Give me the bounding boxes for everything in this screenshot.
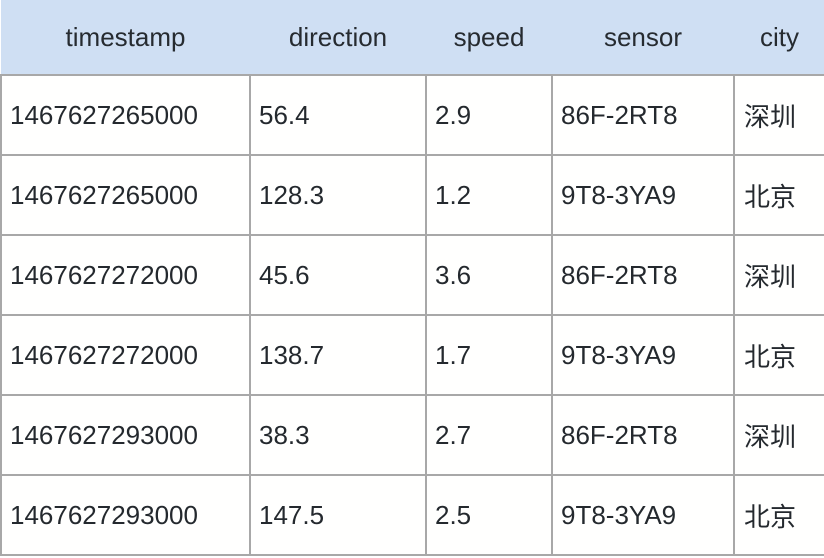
cell-sensor: 9T8-3YA9 xyxy=(552,155,735,236)
cell-timestamp: 1467627272000 xyxy=(0,315,251,396)
cell-direction: 56.4 xyxy=(250,74,427,156)
cell-city: 深圳 xyxy=(734,74,824,156)
cell-direction: 38.3 xyxy=(250,395,427,476)
cell-sensor: 86F-2RT8 xyxy=(552,235,735,316)
cell-speed: 3.6 xyxy=(426,235,553,316)
cell-sensor: 86F-2RT8 xyxy=(552,395,735,476)
table-header-row: timestamp direction speed sensor city xyxy=(1,0,824,75)
cell-speed: 2.9 xyxy=(426,74,553,156)
table-row[interactable]: 1467627293000 38.3 2.7 86F-2RT8 深圳 xyxy=(0,395,824,476)
column-header-direction[interactable]: direction xyxy=(250,0,426,75)
cell-direction: 128.3 xyxy=(250,155,427,236)
cell-speed: 1.2 xyxy=(426,155,553,236)
cell-timestamp: 1467627265000 xyxy=(0,74,251,156)
cell-sensor: 86F-2RT8 xyxy=(552,74,735,156)
column-header-city[interactable]: city xyxy=(734,0,824,75)
cell-city: 北京 xyxy=(734,315,824,396)
column-header-timestamp[interactable]: timestamp xyxy=(1,0,250,75)
cell-direction: 45.6 xyxy=(250,235,427,316)
cell-city: 北京 xyxy=(734,155,824,236)
table-body: 1467627265000 56.4 2.9 86F-2RT8 深圳 14676… xyxy=(0,74,824,556)
table-row[interactable]: 1467627293000 147.5 2.5 9T8-3YA9 北京 xyxy=(0,475,824,556)
cell-sensor: 9T8-3YA9 xyxy=(552,475,735,556)
cell-direction: 147.5 xyxy=(250,475,427,556)
column-header-sensor[interactable]: sensor xyxy=(552,0,734,75)
table-header: timestamp direction speed sensor city xyxy=(1,0,824,75)
cell-timestamp: 1467627293000 xyxy=(0,395,251,476)
cell-city: 北京 xyxy=(734,475,824,556)
table-row[interactable]: 1467627272000 138.7 1.7 9T8-3YA9 北京 xyxy=(0,315,824,396)
table-row[interactable]: 1467627265000 128.3 1.2 9T8-3YA9 北京 xyxy=(0,155,824,236)
cell-timestamp: 1467627272000 xyxy=(0,235,251,316)
cell-sensor: 9T8-3YA9 xyxy=(552,315,735,396)
cell-city: 深圳 xyxy=(734,235,824,316)
cell-speed: 2.7 xyxy=(426,395,553,476)
cell-timestamp: 1467627265000 xyxy=(0,155,251,236)
sensor-data-table: timestamp direction speed sensor city 14… xyxy=(0,0,824,556)
cell-speed: 1.7 xyxy=(426,315,553,396)
cell-speed: 2.5 xyxy=(426,475,553,556)
table-row[interactable]: 1467627265000 56.4 2.9 86F-2RT8 深圳 xyxy=(0,74,824,156)
cell-direction: 138.7 xyxy=(250,315,427,396)
column-header-speed[interactable]: speed xyxy=(426,0,552,75)
table-row[interactable]: 1467627272000 45.6 3.6 86F-2RT8 深圳 xyxy=(0,235,824,316)
cell-city: 深圳 xyxy=(734,395,824,476)
cell-timestamp: 1467627293000 xyxy=(0,475,251,556)
